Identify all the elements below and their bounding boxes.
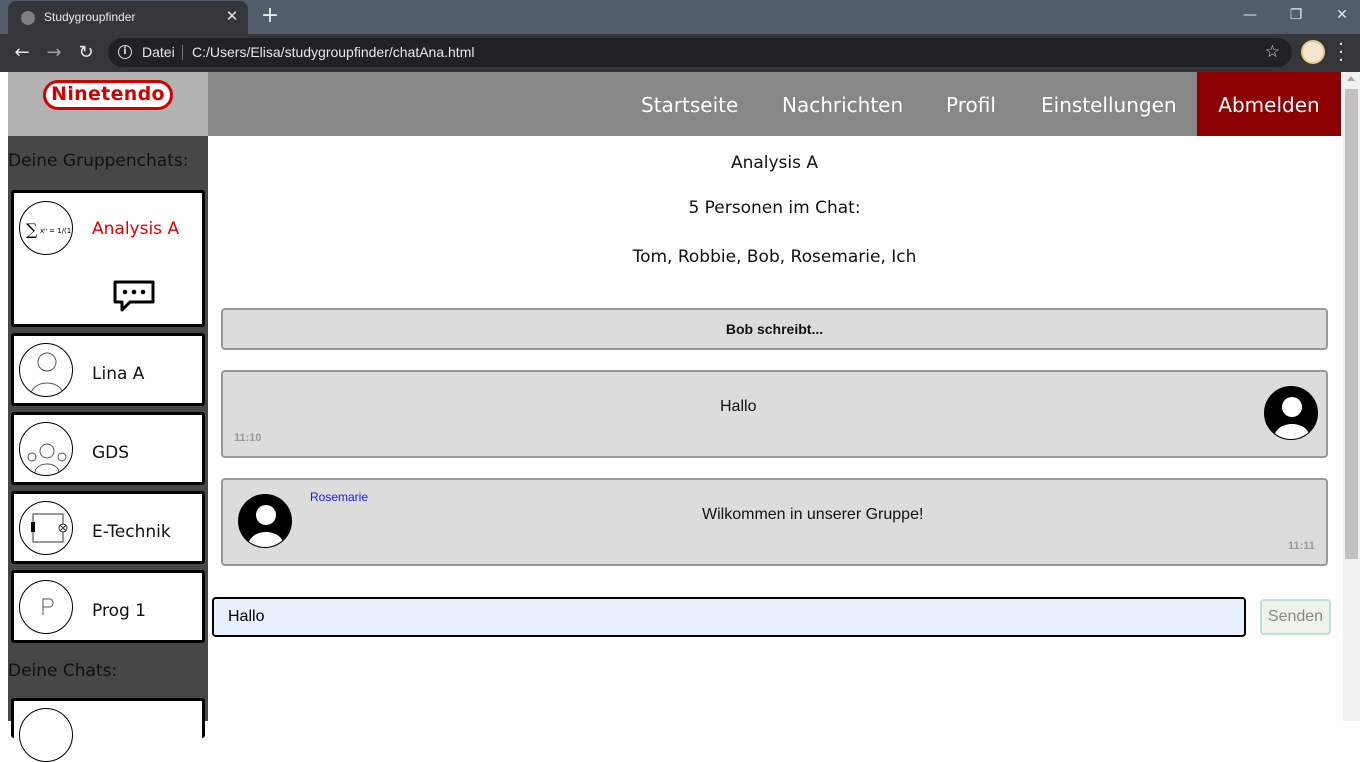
message-text: Hallo (720, 398, 757, 415)
sidebar: Deine Gruppenchats: ∑ xⁿ = 1/(1−x) Analy… (8, 136, 208, 762)
user-avatar-icon (1264, 386, 1318, 440)
web-page: Ninetendo Startseite Nachrichten Profil … (0, 72, 1360, 762)
restore-icon[interactable]: ❐ (1282, 4, 1310, 26)
typing-indicator: Bob schreibt... (221, 308, 1328, 350)
protocol-label: Datei (142, 44, 175, 60)
tab-title: Studygroupfinder (44, 10, 136, 24)
group-avatar-icon (19, 422, 73, 476)
member-list: Tom, Robbie, Bob, Rosemarie, Ich (632, 247, 917, 267)
message-time: 11:10 (234, 432, 262, 444)
send-button[interactable]: Senden (1260, 599, 1331, 635)
logo-area: Ninetendo (8, 72, 208, 136)
group-label: Lina A (92, 364, 145, 384)
group-label: Analysis A (92, 219, 180, 239)
formula-avatar-icon: ∑ xⁿ = 1/(1−x) (19, 201, 73, 255)
prog-avatar-icon (19, 580, 73, 634)
back-icon[interactable]: ← (9, 41, 35, 65)
browser-tab[interactable]: Studygroupfinder ✕ (8, 1, 248, 34)
chat-card-partial[interactable] (11, 698, 205, 762)
divider (182, 45, 183, 60)
message-input[interactable] (212, 597, 1246, 637)
own-message: Hallo 11:10 (221, 370, 1328, 458)
group-card-gds[interactable]: GDS (11, 412, 205, 485)
group-label: Prog 1 (92, 601, 146, 621)
close-window-icon[interactable]: ✕ (1328, 4, 1356, 26)
top-navigation: Startseite Nachrichten Profil Einstellun… (208, 72, 1341, 136)
group-card-e-technik[interactable]: E-Technik (11, 491, 205, 564)
kebab-menu-icon[interactable]: · · · (1336, 36, 1346, 70)
scroll-up-icon[interactable] (1347, 76, 1355, 81)
browser-toolbar: ← → ↻ i Datei C:/Users/Elisa/studygroupf… (0, 34, 1360, 72)
member-count: 5 Personen im Chat: (688, 198, 861, 218)
user-avatar-icon (238, 494, 292, 548)
chat-bubble-icon[interactable] (112, 279, 156, 313)
info-icon[interactable]: i (118, 45, 132, 59)
logout-button[interactable]: Abmelden (1197, 72, 1341, 136)
nav-profile-link[interactable]: Profil (946, 72, 996, 136)
reload-icon[interactable]: ↻ (73, 41, 99, 65)
svg-text:xⁿ = 1/(1−x): xⁿ = 1/(1−x) (40, 227, 73, 235)
message-sender[interactable]: Rosemarie (310, 490, 368, 504)
minimize-icon[interactable]: — (1236, 4, 1264, 26)
globe-icon (21, 11, 35, 25)
bookmark-star-icon[interactable]: ☆ (1265, 42, 1280, 62)
address-bar[interactable]: i Datei C:/Users/Elisa/studygroupfinder/… (108, 38, 1292, 67)
incoming-message: Rosemarie Wilkommen in unserer Gruppe! 1… (221, 478, 1328, 566)
nav-messages-link[interactable]: Nachrichten (782, 72, 903, 136)
new-tab-icon[interactable]: + (260, 5, 280, 27)
vertical-scrollbar[interactable] (1343, 72, 1360, 721)
svg-text:∑: ∑ (26, 220, 38, 239)
person-avatar-icon (19, 708, 73, 762)
group-card-analysis-a[interactable]: ∑ xⁿ = 1/(1−x) Analysis A (11, 190, 205, 327)
group-card-prog-1[interactable]: Prog 1 (11, 570, 205, 643)
nav-home-link[interactable]: Startseite (641, 72, 738, 136)
nav-settings-link[interactable]: Einstellungen (1041, 72, 1177, 136)
chat-title: Analysis A (730, 153, 819, 173)
circuit-avatar-icon (19, 501, 73, 555)
profile-avatar-icon[interactable] (1301, 40, 1325, 64)
person-avatar-icon (19, 343, 73, 397)
group-chats-heading: Deine Gruppenchats: (8, 151, 189, 171)
browser-tab-strip: Studygroupfinder ✕ + — ❐ ✕ (0, 0, 1360, 34)
message-time: 11:11 (1288, 540, 1315, 552)
message-text: Wilkommen in unserer Gruppe! (702, 506, 924, 523)
group-label: GDS (92, 443, 130, 463)
page-gutter (0, 72, 8, 721)
forward-icon[interactable]: → (41, 41, 67, 65)
scrollbar-thumb[interactable] (1345, 89, 1358, 559)
close-tab-icon[interactable]: ✕ (224, 8, 240, 24)
group-label: E-Technik (92, 522, 171, 542)
chats-heading: Deine Chats: (8, 661, 118, 681)
logo[interactable]: Ninetendo (43, 80, 173, 110)
group-card-lina-a[interactable]: Lina A (11, 333, 205, 406)
url-text[interactable]: C:/Users/Elisa/studygroupfinder/chatAna.… (192, 44, 474, 60)
